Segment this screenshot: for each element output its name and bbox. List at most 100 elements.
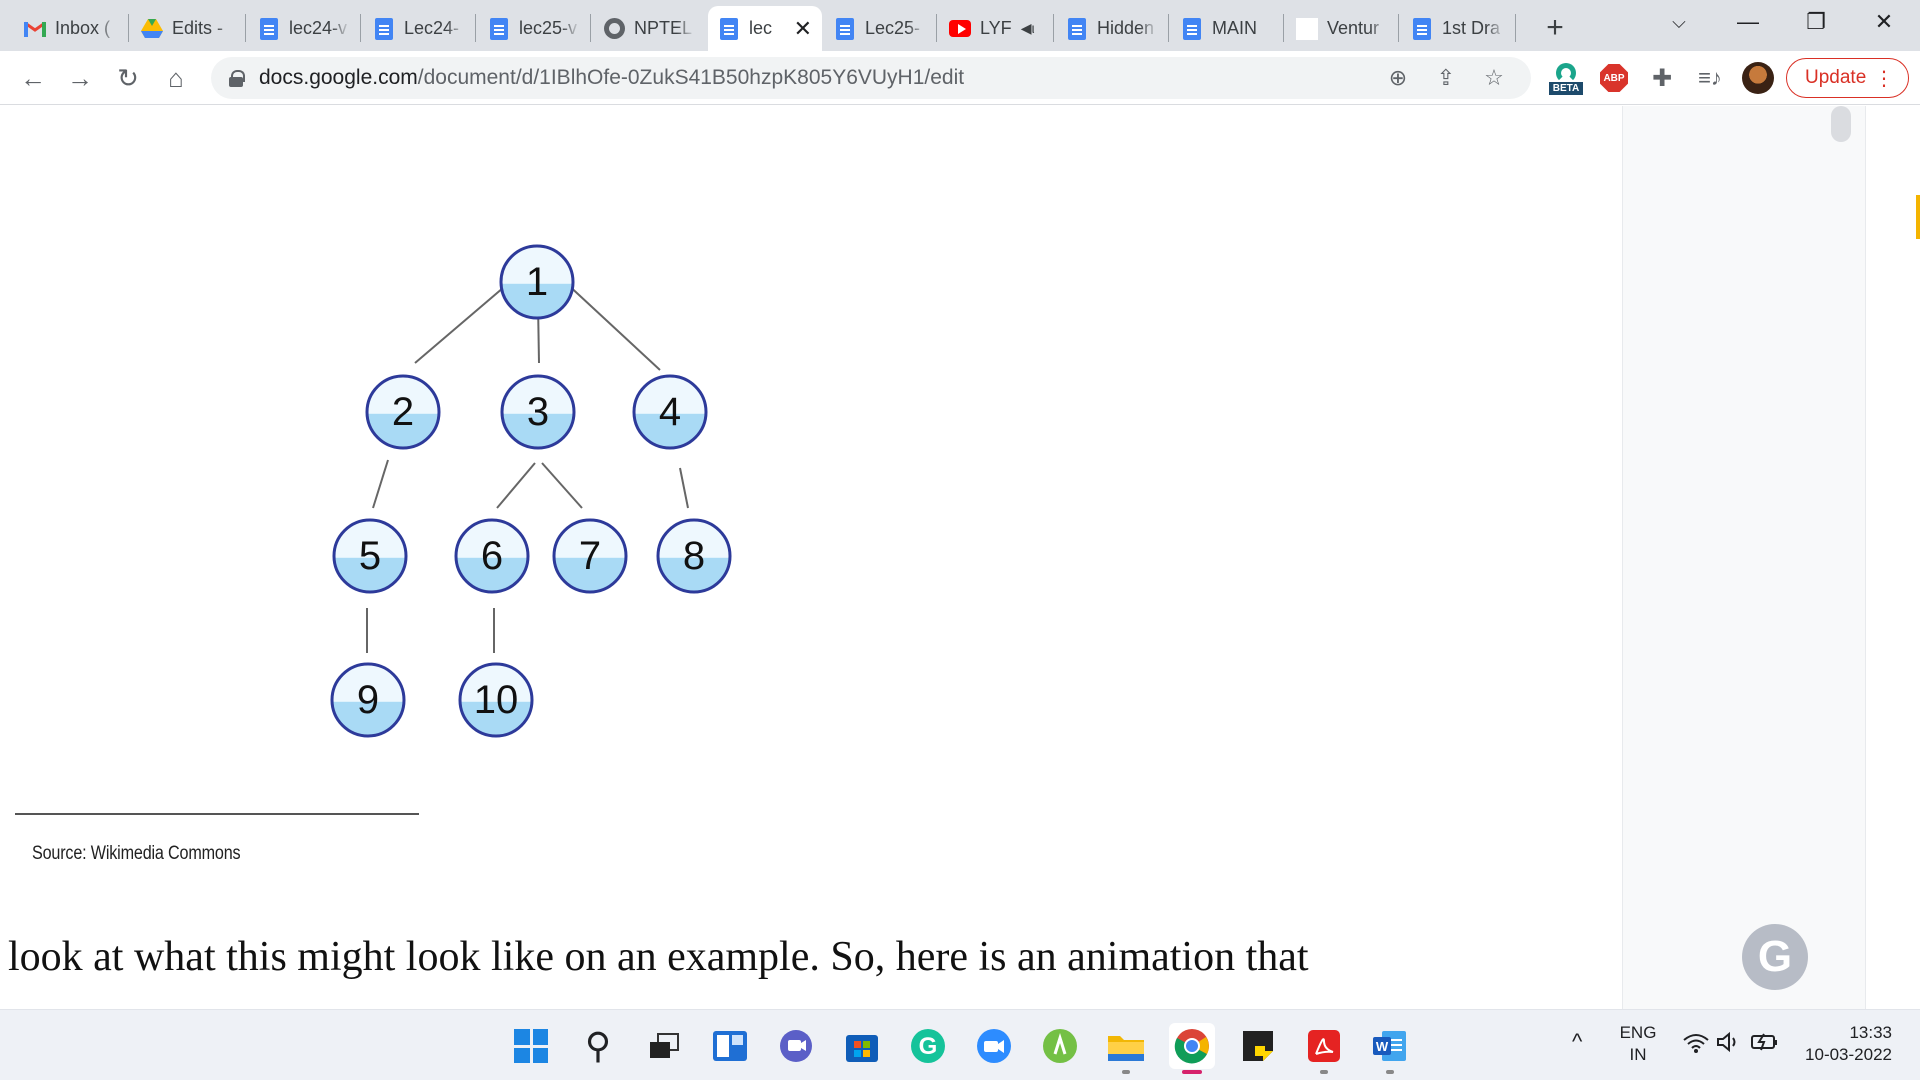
battery-icon[interactable] bbox=[1750, 1032, 1780, 1058]
edge-3-6 bbox=[496, 462, 536, 509]
svg-text:8: 8 bbox=[683, 534, 705, 578]
tab-drive-edits[interactable]: Edits - bbox=[131, 6, 245, 51]
google-docs-icon bbox=[1066, 17, 1088, 40]
google-docs-icon bbox=[1181, 17, 1203, 40]
new-tab-plus-icon[interactable]: + bbox=[1535, 8, 1575, 48]
tab-strip: Inbox ( Edits - lec24-v Lec24- lec25-v N… bbox=[0, 0, 1920, 51]
restore-icon[interactable]: ❐ bbox=[1785, 0, 1847, 44]
beta-extension-icon[interactable]: BETA bbox=[1548, 60, 1584, 96]
task-view-icon[interactable] bbox=[641, 1023, 687, 1069]
profile-avatar[interactable] bbox=[1740, 60, 1776, 96]
tab-inbox[interactable]: Inbox ( bbox=[14, 6, 128, 51]
rail-marker bbox=[1916, 195, 1920, 239]
adblock-plus-icon[interactable]: ABP bbox=[1596, 60, 1632, 96]
svg-text:9: 9 bbox=[357, 678, 379, 722]
minimize-icon[interactable]: — bbox=[1717, 0, 1779, 44]
zoom-icon[interactable] bbox=[971, 1023, 1017, 1069]
close-tab-icon[interactable]: ✕ bbox=[794, 16, 812, 42]
volume-icon[interactable] bbox=[1716, 1031, 1742, 1059]
tab-lec25-v[interactable]: lec25-v bbox=[478, 6, 590, 51]
address-bar[interactable]: docs.google.com/document/d/1IBlhOfe-0Zuk… bbox=[211, 57, 1531, 99]
word-icon[interactable]: W bbox=[1367, 1023, 1413, 1074]
gmail-icon bbox=[24, 18, 46, 40]
bookmark-star-icon[interactable]: ☆ bbox=[1477, 61, 1511, 95]
blank-page-icon bbox=[1296, 17, 1318, 40]
tree-node-5: 5 bbox=[332, 518, 408, 594]
tab-active-lec[interactable]: lec ✕ bbox=[708, 6, 822, 51]
tab-lec25[interactable]: Lec25- bbox=[824, 6, 936, 51]
tab-lyf[interactable]: LYF ◀ι bbox=[939, 6, 1053, 51]
reload-icon[interactable]: ↻ bbox=[110, 60, 146, 96]
google-docs-icon bbox=[488, 17, 510, 40]
browser-toolbar: ← → ↻ ⌂ docs.google.com/document/d/1IBlh… bbox=[0, 51, 1920, 105]
google-docs-icon bbox=[258, 17, 280, 40]
widgets-icon[interactable] bbox=[707, 1023, 753, 1069]
tab-search-chevron-icon[interactable]: ⌵ bbox=[1648, 0, 1710, 44]
tree-node-9: 9 bbox=[330, 662, 406, 738]
right-side-rail bbox=[1865, 106, 1920, 1009]
extensions-puzzle-icon[interactable]: ✚ bbox=[1644, 60, 1680, 96]
google-docs-icon bbox=[718, 17, 740, 40]
tab-hidden[interactable]: Hidden bbox=[1056, 6, 1168, 51]
windows-start-icon[interactable] bbox=[508, 1023, 554, 1069]
clock[interactable]: 13:33 10-03-2022 bbox=[1792, 1022, 1892, 1066]
globe-icon bbox=[603, 18, 625, 40]
youtube-icon bbox=[949, 18, 971, 40]
svg-text:7: 7 bbox=[579, 534, 601, 578]
evernote-icon[interactable] bbox=[1037, 1023, 1083, 1069]
sticky-notes-icon[interactable] bbox=[1235, 1023, 1281, 1069]
forward-arrow-icon[interactable]: → bbox=[62, 60, 98, 96]
windows-taskbar: ⚲ G W ^ ENG IN 13:33 10-03-2022 bbox=[0, 1009, 1920, 1080]
microsoft-store-icon[interactable] bbox=[839, 1023, 885, 1069]
tab-nptel[interactable]: NPTEL bbox=[593, 6, 705, 51]
tree-node-6: 6 bbox=[454, 518, 530, 594]
google-docs-icon bbox=[834, 17, 856, 40]
tree-node-2: 2 bbox=[365, 374, 441, 450]
source-divider bbox=[15, 813, 419, 815]
chrome-icon[interactable] bbox=[1169, 1023, 1215, 1074]
google-docs-icon bbox=[1411, 17, 1433, 40]
language-indicator[interactable]: ENG IN bbox=[1618, 1022, 1658, 1066]
svg-text:1: 1 bbox=[526, 260, 548, 304]
tab-lec24[interactable]: Lec24- bbox=[363, 6, 475, 51]
tab-1st-draft[interactable]: 1st Dra bbox=[1401, 6, 1515, 51]
tree-node-8: 8 bbox=[656, 518, 732, 594]
svg-text:G: G bbox=[919, 1033, 938, 1060]
tree-diagram-image: 1 2 3 4 5 6 7 8 9 10 bbox=[330, 244, 732, 738]
tree-node-10: 10 bbox=[458, 662, 534, 738]
close-window-icon[interactable]: ✕ bbox=[1853, 0, 1915, 44]
google-docs-icon bbox=[373, 17, 395, 40]
back-arrow-icon[interactable]: ← bbox=[15, 60, 51, 96]
tab-main[interactable]: MAIN bbox=[1171, 6, 1283, 51]
wifi-icon[interactable] bbox=[1682, 1032, 1710, 1058]
file-explorer-icon[interactable] bbox=[1103, 1023, 1149, 1074]
edge-1-4 bbox=[564, 281, 661, 371]
edge-2-5 bbox=[372, 459, 389, 509]
search-icon[interactable]: ⚲ bbox=[575, 1023, 621, 1069]
tree-node-3: 3 bbox=[500, 374, 576, 450]
grammarly-icon[interactable]: G bbox=[1742, 924, 1808, 990]
scrollbar-thumb[interactable] bbox=[1831, 106, 1851, 142]
tree-node-7: 7 bbox=[552, 518, 628, 594]
zoom-magnifier-icon[interactable]: ⊕ bbox=[1381, 61, 1415, 95]
update-button[interactable]: Update ⋮ bbox=[1786, 58, 1909, 98]
speaker-icon[interactable]: ◀ι bbox=[1021, 20, 1035, 37]
document-body-text[interactable]: look at what this might look like on an … bbox=[8, 933, 1309, 981]
acrobat-reader-icon[interactable] bbox=[1301, 1023, 1347, 1074]
url-text[interactable]: docs.google.com/document/d/1IBlhOfe-0Zuk… bbox=[259, 66, 964, 90]
lock-icon[interactable] bbox=[229, 69, 245, 87]
kebab-menu-icon: ⋮ bbox=[1874, 68, 1894, 90]
svg-text:W: W bbox=[1376, 1039, 1389, 1054]
document-page[interactable] bbox=[0, 106, 1622, 1009]
svg-text:3: 3 bbox=[527, 390, 549, 434]
tab-ventur[interactable]: Ventur bbox=[1286, 6, 1398, 51]
tab-lec24-v[interactable]: lec24-v bbox=[248, 6, 360, 51]
grammarly-taskbar-icon[interactable]: G bbox=[905, 1023, 951, 1069]
show-hidden-icons-chevron-icon[interactable]: ^ bbox=[1572, 1031, 1582, 1053]
share-icon[interactable]: ⇪ bbox=[1429, 61, 1463, 95]
media-queue-icon[interactable]: ≡♪ bbox=[1692, 60, 1728, 96]
teams-chat-icon[interactable] bbox=[773, 1023, 819, 1069]
tree-node-4: 4 bbox=[632, 374, 708, 450]
image-source-caption: Source: Wikimedia Commons bbox=[32, 843, 241, 864]
home-icon[interactable]: ⌂ bbox=[158, 60, 194, 96]
